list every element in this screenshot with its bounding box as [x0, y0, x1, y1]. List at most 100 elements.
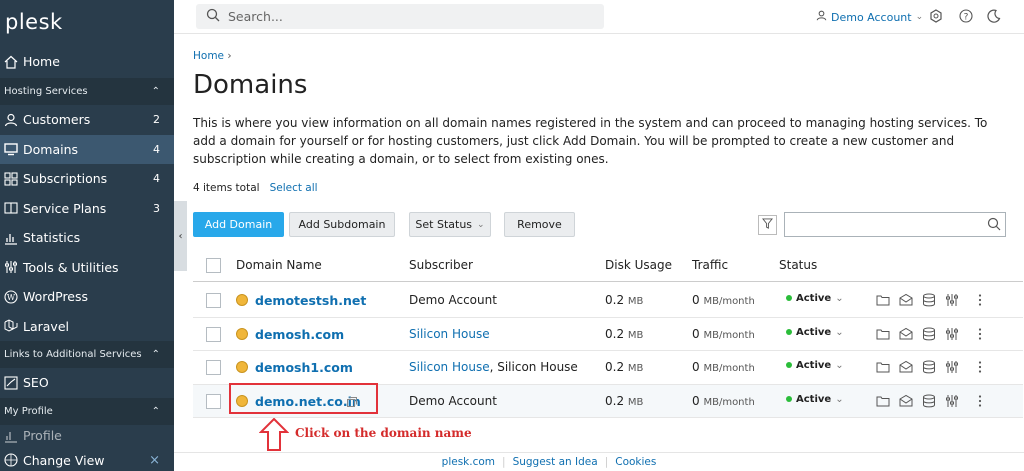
wordpress-icon: W	[4, 290, 18, 304]
mail-icon[interactable]	[899, 360, 913, 374]
section-hosting-services[interactable]: Hosting Services ⌃	[0, 78, 174, 105]
subscriber-name: Demo Account	[409, 293, 497, 307]
folder-icon[interactable]	[876, 394, 890, 408]
database-icon[interactable]	[922, 394, 936, 408]
remove-button[interactable]: Remove	[504, 212, 575, 237]
sidebar-item-wordpress[interactable]: W WordPress	[0, 282, 174, 312]
database-icon[interactable]	[922, 360, 936, 374]
sidebar-item-domains[interactable]: Domains 4	[0, 134, 174, 164]
more-vertical-icon[interactable]	[973, 293, 987, 307]
sidebar-item-laravel[interactable]: Laravel	[0, 312, 174, 342]
more-vertical-icon[interactable]	[973, 394, 987, 408]
sidebar-collapse-handle[interactable]: ‹	[174, 201, 187, 271]
sidebar-item-service-plans[interactable]: Service Plans 3	[0, 194, 174, 224]
settings-sliders-icon[interactable]	[945, 293, 959, 307]
chevron-right-icon: ›	[227, 50, 232, 62]
column-status[interactable]: Status	[779, 258, 817, 272]
table-search-input[interactable]	[784, 212, 1006, 237]
select-all-checkbox[interactable]	[206, 258, 221, 273]
plesk-logo[interactable]: plesk	[0, 0, 174, 45]
sidebar-item-seo[interactable]: SEO	[0, 368, 174, 398]
filter-icon	[761, 218, 774, 232]
close-icon[interactable]: ×	[149, 453, 160, 468]
domain-name-link[interactable]: demosh.com	[255, 327, 344, 342]
status-dropdown[interactable]: Active ⌄	[786, 327, 844, 338]
sidebar: plesk Home Hosting Services ⌃ Customers …	[0, 0, 174, 471]
row-checkbox[interactable]	[206, 326, 221, 342]
disk-usage-cell: 0.2 MB	[605, 360, 644, 374]
subscriber-name[interactable]: Silicon House	[409, 327, 490, 341]
domain-name-link[interactable]: demosh1.com	[255, 360, 353, 375]
select-all-link[interactable]: Select all	[270, 182, 318, 194]
topbar: Search... Demo Account ⌄ ?	[174, 0, 1024, 34]
column-disk-usage[interactable]: Disk Usage	[605, 258, 672, 272]
status-dot	[786, 395, 792, 402]
status-dropdown[interactable]: Active ⌄	[786, 293, 844, 304]
database-icon[interactable]	[922, 293, 936, 307]
mail-icon[interactable]	[899, 327, 913, 341]
more-vertical-icon[interactable]	[973, 327, 987, 341]
settings-sliders-icon[interactable]	[945, 360, 959, 374]
sidebar-item-profile[interactable]: Profile	[0, 425, 174, 447]
page-title: Domains	[193, 70, 308, 100]
database-icon[interactable]	[922, 327, 936, 341]
profile-icon	[4, 429, 18, 443]
column-subscriber[interactable]: Subscriber	[409, 258, 473, 272]
footer-link-plesk[interactable]: plesk.com	[435, 456, 502, 468]
row-checkbox[interactable]	[206, 293, 221, 308]
sidebar-item-home[interactable]: Home	[0, 45, 174, 78]
row-checkbox[interactable]	[206, 393, 221, 409]
settings-sliders-icon[interactable]	[945, 394, 959, 408]
bar-chart-icon	[4, 231, 18, 245]
folder-icon[interactable]	[876, 327, 890, 341]
dark-mode-icon[interactable]	[986, 8, 1002, 24]
account-menu[interactable]: Demo Account ⌄	[816, 10, 923, 24]
search-placeholder: Search...	[228, 9, 283, 24]
up-arrow-annotation	[259, 418, 289, 451]
search-input[interactable]: Search...	[196, 4, 604, 29]
section-my-profile[interactable]: My Profile ⌃	[0, 397, 174, 425]
footer-link-cookies[interactable]: Cookies	[608, 456, 663, 468]
grid-icon	[4, 172, 18, 186]
chevron-down-icon: ⌄	[835, 360, 844, 371]
status-dropdown[interactable]: Active ⌄	[786, 394, 844, 405]
sidebar-item-statistics[interactable]: Statistics	[0, 223, 174, 253]
subscriber-cell: Demo Account	[409, 293, 497, 307]
sidebar-item-subscriptions[interactable]: Subscriptions 4	[0, 164, 174, 194]
subscriber-cell: Silicon House, Silicon House	[409, 360, 578, 374]
subscriber-name[interactable]: Silicon House	[409, 360, 490, 374]
chevron-up-icon: ⌃	[151, 405, 160, 417]
row-checkbox[interactable]	[206, 360, 221, 375]
sidebar-item-customers[interactable]: Customers 2	[0, 105, 174, 135]
disk-usage-cell: 0.2 MB	[605, 326, 644, 341]
add-subdomain-button[interactable]: Add Subdomain	[289, 212, 395, 237]
status-dropdown[interactable]: Active ⌄	[786, 360, 844, 371]
search-icon	[206, 8, 220, 25]
chevron-down-icon: ⌄	[835, 393, 844, 405]
filter-button[interactable]	[758, 215, 777, 235]
set-status-button[interactable]: Set Status ⌄	[409, 212, 491, 237]
more-vertical-icon[interactable]	[973, 360, 987, 374]
column-domain-name[interactable]: Domain Name	[236, 258, 322, 272]
extension-icon[interactable]	[928, 8, 944, 24]
domain-name-link[interactable]: demotestsh.net	[255, 293, 366, 308]
breadcrumb[interactable]: Home ›	[193, 50, 232, 62]
sidebar-item-tools-utilities[interactable]: Tools & Utilities	[0, 253, 174, 283]
highlight-box	[229, 383, 378, 414]
change-view-button[interactable]: Change View ×	[0, 449, 174, 471]
table-row: demotestsh.net Demo Account 0.2 MB 0 MB/mon…	[193, 284, 1023, 318]
folder-icon[interactable]	[876, 360, 890, 374]
settings-sliders-icon[interactable]	[945, 327, 959, 341]
domain-icon	[236, 327, 248, 340]
folder-icon[interactable]	[876, 293, 890, 307]
add-domain-button[interactable]: Add Domain	[193, 212, 284, 237]
mail-icon[interactable]	[899, 394, 913, 408]
status-dot	[786, 328, 792, 335]
footer-link-suggest[interactable]: Suggest an Idea	[506, 456, 605, 468]
chevron-down-icon: ⌄	[477, 219, 485, 230]
column-traffic[interactable]: Traffic	[692, 258, 728, 272]
mail-icon[interactable]	[899, 293, 913, 307]
home-icon	[4, 55, 18, 69]
help-icon[interactable]: ?	[958, 8, 974, 24]
section-links-additional-services[interactable]: Links to Additional Services ⌃	[0, 341, 174, 368]
